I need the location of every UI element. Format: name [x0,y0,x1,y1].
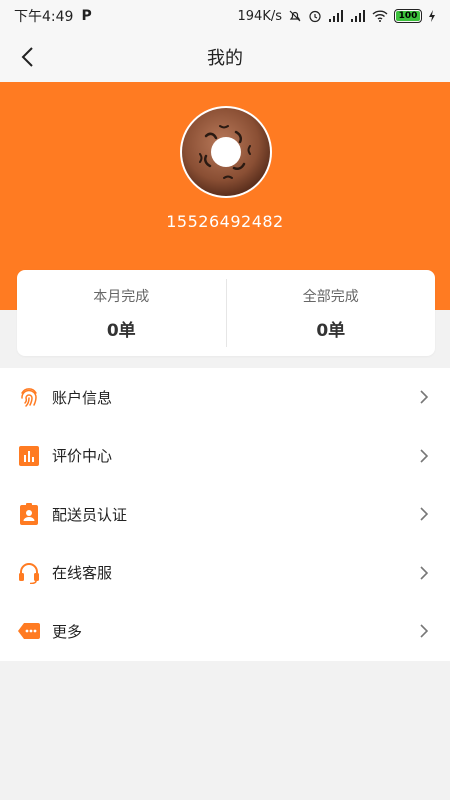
charging-icon [428,10,436,22]
avatar[interactable] [180,106,272,198]
network-speed: 194K/s [237,8,283,24]
page-title: 我的 [207,48,243,69]
status-time: 下午4:49 [14,9,74,25]
wifi-icon [372,10,388,22]
badge-icon [18,503,40,526]
stat-month-label: 本月完成 [93,288,150,305]
stats-card: 本月完成 0单 全部完成 0单 [17,270,435,356]
menu-label: 账户信息 [52,388,113,407]
nav-bar: 我的 [0,32,450,82]
battery-level: 100 [396,11,420,21]
menu-item-more[interactable]: 更多 [0,602,450,661]
status-bar: 下午4:49 P 194K/s 100 [0,0,450,32]
phone-number: 15526492482 [166,212,284,231]
menu-item-online-service[interactable]: 在线客服 [0,544,450,603]
menu-label: 在线客服 [52,564,113,583]
more-tag-icon [18,620,40,642]
menu-item-review-center[interactable]: 评价中心 [0,427,450,486]
back-button[interactable] [12,42,42,72]
menu-label: 评价中心 [52,447,113,466]
chevron-right-icon [418,507,430,521]
signal-icon [350,10,366,22]
app-indicator: P [81,8,92,24]
battery-icon: 100 [394,9,422,23]
fingerprint-icon [18,386,40,408]
mute-icon [288,9,302,23]
chevron-left-icon [21,47,33,67]
signal-icon [328,10,344,22]
chevron-right-icon [418,390,430,404]
menu-label: 配送员认证 [52,505,128,524]
menu-label: 更多 [52,622,83,641]
stat-total-value: 0单 [316,320,346,341]
stat-total: 全部完成 0单 [227,270,436,356]
bar-chart-icon [18,445,40,467]
stat-total-label: 全部完成 [302,288,359,305]
stat-month-value: 0单 [106,320,136,341]
stat-month: 本月完成 0单 [17,270,226,356]
menu-item-account-info[interactable]: 账户信息 [0,368,450,427]
menu-item-courier-verification[interactable]: 配送员认证 [0,485,450,544]
chevron-right-icon [418,566,430,580]
menu-list: 账户信息 评价中心 配送员认证 在线客服 更多 [0,368,450,661]
alarm-icon [308,9,322,23]
chevron-right-icon [418,624,430,638]
chevron-right-icon [418,449,430,463]
headset-icon [18,562,40,584]
